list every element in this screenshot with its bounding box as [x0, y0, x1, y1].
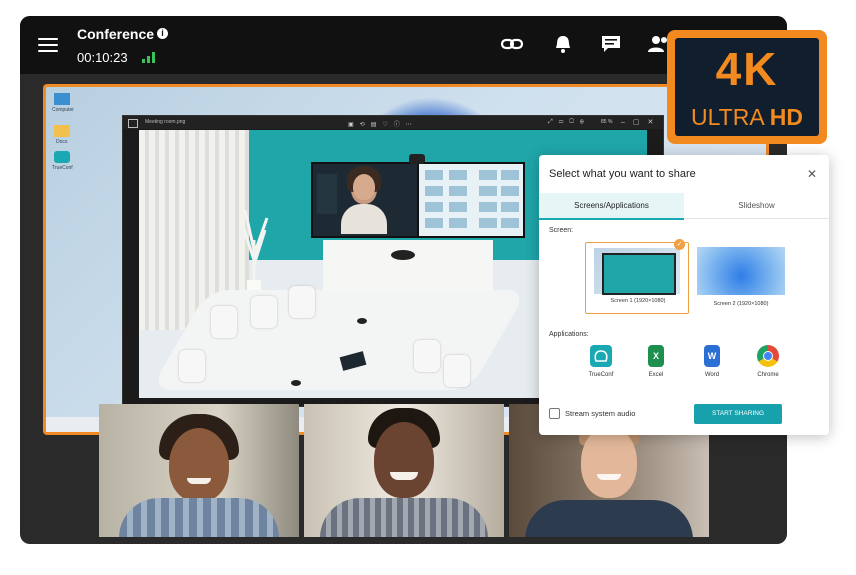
- tv-screen-content: [417, 162, 525, 238]
- viewer-app-icon: [128, 119, 138, 128]
- chat-icon[interactable]: [600, 34, 622, 54]
- speaker-icon: [391, 250, 415, 260]
- screen-section-label: Screen:: [549, 227, 574, 234]
- app-caption: TrueConf: [588, 372, 614, 378]
- chair: [289, 286, 315, 318]
- screen-1-option[interactable]: Screen 1 (1920×1080): [585, 242, 689, 314]
- viewer-title: Meeting room.png: [145, 119, 186, 125]
- viewer-zoom: 85 %: [601, 119, 613, 125]
- desktop-icon-label: Docs: [56, 139, 68, 145]
- badge-ultra-hd-text: ULTRA HD: [675, 104, 819, 131]
- badge-hd-text: HD: [769, 104, 804, 130]
- chrome-app-icon[interactable]: [757, 345, 779, 367]
- window-controls-icon[interactable]: –▢✕: [621, 118, 661, 126]
- tab-slideshow[interactable]: Slideshow: [684, 193, 829, 219]
- computer-desktop-icon[interactable]: [54, 93, 70, 105]
- mic-icon: [291, 380, 301, 386]
- mic-icon: [357, 318, 367, 324]
- desktop-icon-label: TrueConf: [52, 165, 73, 171]
- link-icon[interactable]: [501, 34, 523, 54]
- screen-2-option[interactable]: [697, 247, 785, 295]
- stream-audio-checkbox[interactable]: [549, 408, 560, 419]
- desktop-icon-label: Computer: [52, 107, 74, 113]
- chair: [444, 355, 470, 387]
- info-icon[interactable]: i: [157, 28, 168, 39]
- viewer-toolbar: Meeting room.png ▣⟲▤♡ⓘ⋯ ⤢▭▢⊕ 85 % –▢✕: [123, 116, 663, 129]
- viewer-tools-icon[interactable]: ▣⟲▤♡ⓘ⋯: [348, 119, 418, 128]
- participant-video-2[interactable]: [304, 404, 504, 537]
- bell-icon[interactable]: [552, 34, 574, 54]
- trueconf-app-icon[interactable]: [590, 345, 612, 367]
- close-icon[interactable]: ✕: [807, 167, 817, 181]
- trueconf-desktop-icon[interactable]: [54, 151, 70, 163]
- participant-video-1[interactable]: [99, 404, 299, 537]
- word-app-icon[interactable]: W: [704, 345, 720, 367]
- folder-desktop-icon[interactable]: [54, 125, 70, 137]
- screen-1-thumbnail: [594, 248, 680, 295]
- start-sharing-button[interactable]: START SHARING: [694, 404, 782, 424]
- app-caption: Chrome: [757, 372, 779, 378]
- screen-2-caption: Screen 2 (1920×1080): [713, 301, 769, 307]
- chair: [251, 296, 277, 328]
- applications-section-label: Applications:: [549, 331, 589, 338]
- screen-1-caption: Screen 1 (1920×1080): [610, 298, 666, 304]
- stream-audio-label: Stream system audio: [565, 409, 636, 418]
- plant-icon: [239, 210, 269, 300]
- share-dialog: Select what you want to share ✕ Screens/…: [539, 155, 829, 435]
- badge-4k-text: 4K: [715, 43, 779, 95]
- menu-icon[interactable]: [38, 38, 58, 52]
- cabinet: [323, 240, 493, 292]
- viewer-window-controls-icon[interactable]: ⤢▭▢⊕: [548, 119, 590, 126]
- badge-ultra-text: ULTRA: [690, 104, 764, 130]
- conference-table: [150, 290, 528, 390]
- checkmark-icon: ✓: [674, 239, 685, 250]
- chair: [179, 350, 205, 382]
- app-caption: Word: [704, 372, 720, 378]
- chair: [211, 306, 237, 338]
- signal-icon: [142, 52, 155, 63]
- call-timer: 00:10:23: [77, 50, 128, 65]
- tab-screens-applications[interactable]: Screens/Applications: [539, 193, 684, 220]
- excel-app-icon[interactable]: X: [648, 345, 664, 367]
- conference-title: Conference: [77, 26, 155, 42]
- tv-screen-video: [311, 162, 419, 238]
- app-caption: Excel: [648, 372, 664, 378]
- dialog-title: Select what you want to share: [549, 168, 696, 180]
- camera-icon: [409, 154, 425, 164]
- chair: [414, 340, 440, 372]
